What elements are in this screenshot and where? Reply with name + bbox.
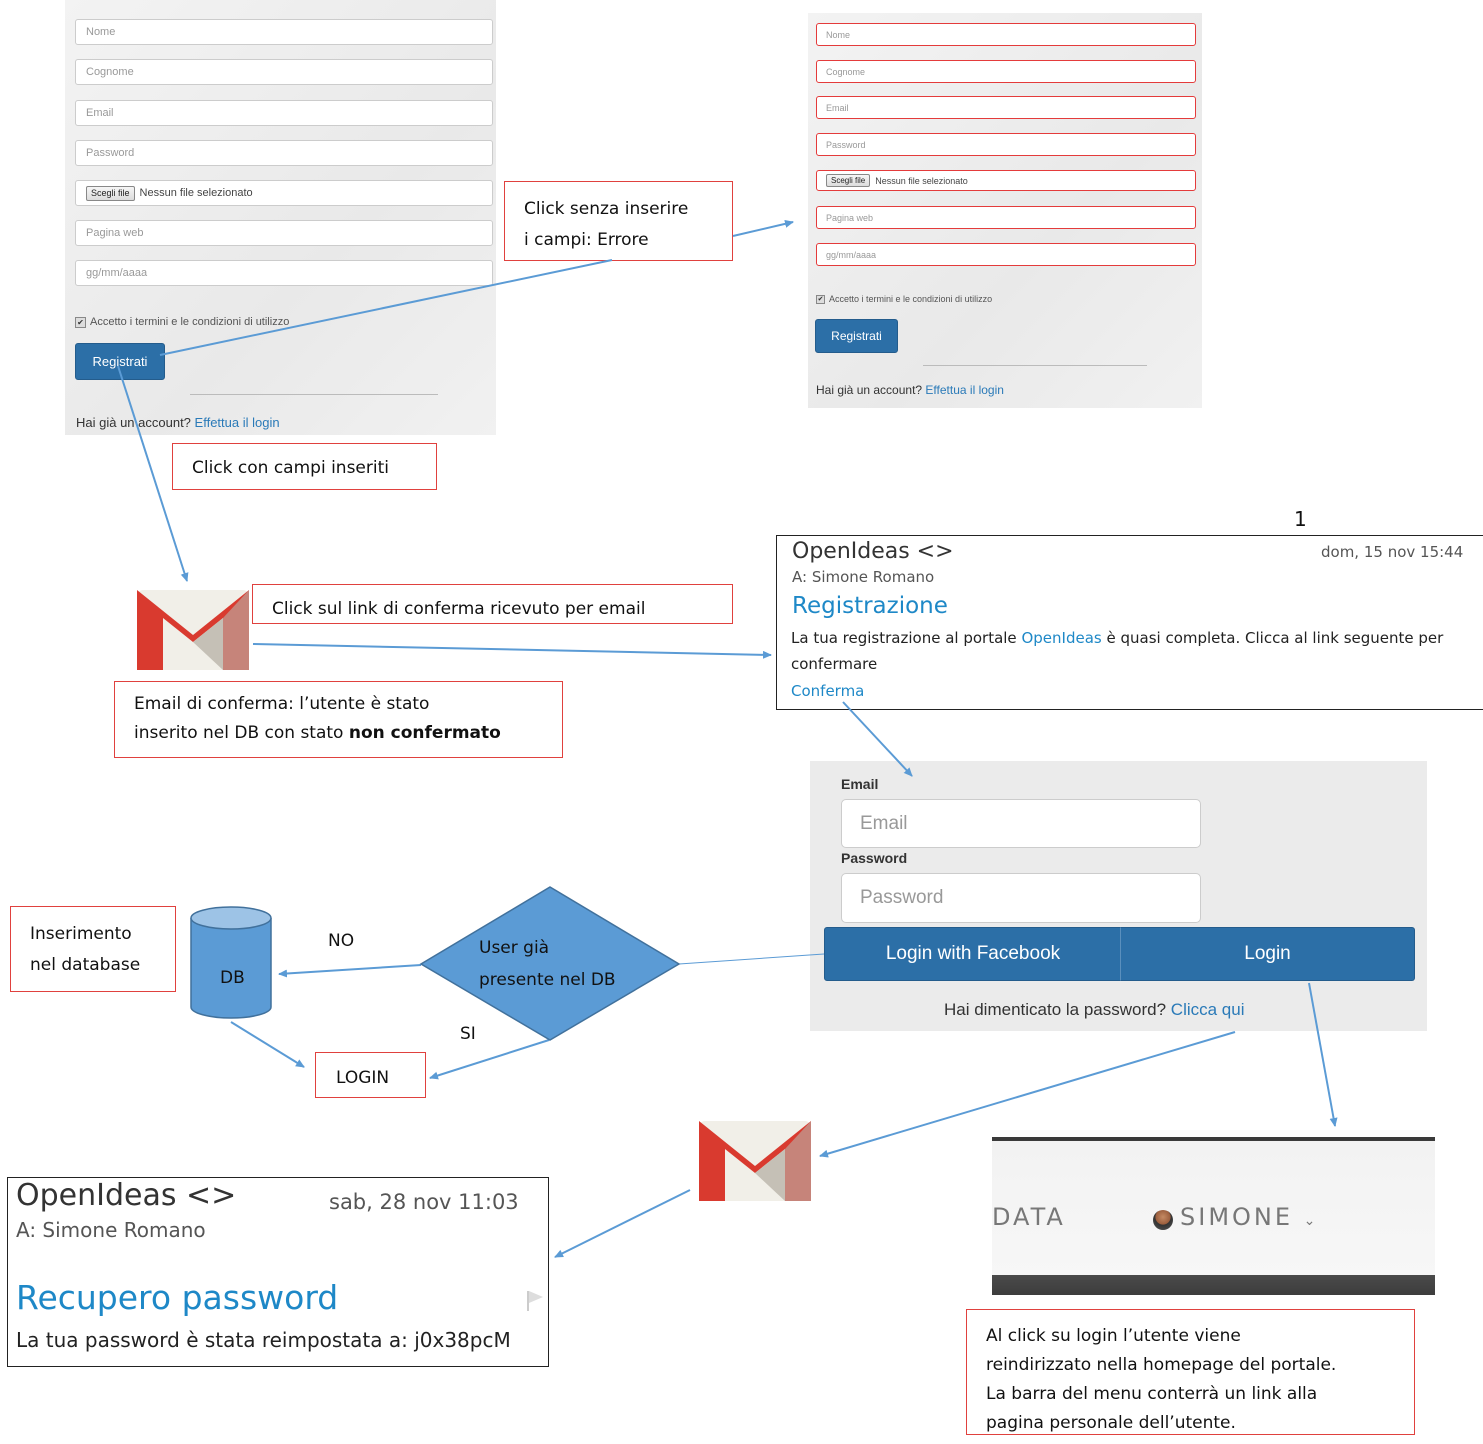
arrow-forgot-to-gmail: [819, 1031, 1236, 1158]
arrow-gmail-to-email: [252, 643, 772, 659]
arrow-decision-to-db: [278, 964, 422, 978]
arrow-login-to-decision: [678, 953, 825, 965]
si-label: SI: [460, 1024, 476, 1044]
arrow-login-to-menu: [1308, 982, 1338, 1127]
connector-arrows: [117, 219, 1338, 1258]
gmail-icon: [699, 1121, 811, 1201]
decision-line1: User già: [479, 938, 550, 958]
arrow-register-to-gmail: [117, 365, 189, 582]
arrow-register-to-note: [159, 259, 613, 356]
arrow-decision-to-login: [429, 1039, 550, 1080]
decision-diamond: [419, 886, 681, 1041]
diagram-graphics: [117, 219, 1338, 1258]
database-cylinder: [190, 906, 272, 1019]
gmail-icon: [137, 590, 249, 670]
no-label: NO: [328, 931, 355, 951]
arrow-gmail-to-recovery: [554, 1189, 691, 1258]
decision-line2: presente nel DB: [479, 970, 616, 990]
db-label: DB: [220, 968, 245, 988]
arrow-note-to-error-form: [732, 219, 794, 237]
arrow-db-to-login: [230, 1021, 305, 1068]
arrow-confirm-to-login: [842, 701, 913, 777]
